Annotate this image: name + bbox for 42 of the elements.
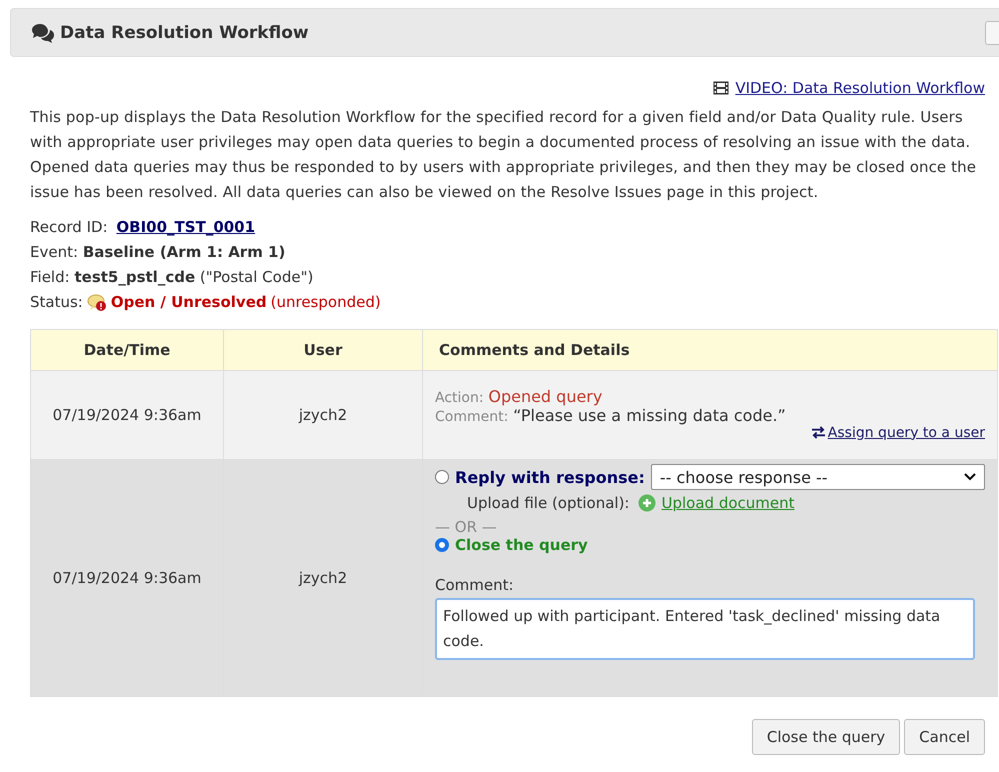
close-option-label: Close the query	[455, 536, 588, 554]
comment-label: Comment:	[435, 408, 508, 425]
radio-button[interactable]	[435, 470, 449, 484]
video-link[interactable]: VIDEO: Data Resolution Workflow	[735, 79, 985, 97]
chat-icon	[31, 22, 55, 42]
assign-link[interactable]: Assign query to a user	[810, 424, 985, 441]
comment-field[interactable]: Followed up with participant. Entered 'task_declined' missing data code.	[435, 598, 975, 660]
event-label: Event:	[30, 243, 78, 261]
reply-option-label: Reply with response:	[455, 468, 645, 486]
intro-paragraph: This pop-up displays the Data Resolution Workflow for the specified record for a given field and/or Data Quality rule. Users with appropriate user privileges may open data queries to begin a documented process of resolving an issue with the data. Opened data queries may thus be responded to by users with appropriate privileges, and then they may be closed once the issue has been resolved. All data queries can also be viewed on the Resolve Issues page in this project.	[30, 107, 978, 203]
field-value: test5_pstl_cde	[74, 268, 196, 286]
film-icon	[713, 81, 730, 95]
record-link[interactable]: OBI00_TST_0001	[116, 218, 256, 236]
or-separator: — OR —	[435, 518, 498, 536]
dialog-title: Data Resolution Workflow	[60, 22, 309, 42]
column-header: Date/Time	[30, 330, 224, 370]
table-cell: 07/19/2024 9:36am	[30, 370, 224, 460]
table-cell: jzych2	[224, 370, 422, 460]
status-note: (unresponded)	[270, 292, 381, 313]
column-header: Comments and Details	[422, 330, 998, 370]
action-value: Opened query	[488, 386, 602, 406]
table-cell: jzych2	[224, 460, 422, 696]
comment-label: Comment:	[435, 576, 515, 594]
status-label: Status:	[30, 292, 83, 313]
table-cell: 07/19/2024 9:36am	[30, 460, 224, 696]
swap-arrows-icon	[810, 426, 826, 440]
action-label: Action:	[435, 390, 484, 406]
response-select[interactable]: -- choose response --	[650, 464, 985, 490]
dialog-button[interactable]: Cancel	[904, 719, 985, 755]
dialog-button[interactable]: Close the query	[752, 719, 900, 755]
field-label: Field:	[30, 268, 70, 286]
comment-text: “Please use a missing data code.”	[513, 406, 786, 425]
radio-button[interactable]	[435, 538, 449, 552]
record-label: Record ID:	[30, 218, 108, 236]
speech-bubble-alert-icon	[86, 294, 107, 312]
column-header: User	[224, 330, 422, 370]
plus-circle-icon	[638, 494, 656, 512]
upload-label: Upload file (optional):	[467, 494, 630, 512]
caret-icon	[964, 473, 976, 481]
field-note: ("Postal Code")	[200, 268, 314, 286]
status-value: Open / Unresolved	[110, 292, 267, 313]
event-value: Baseline (Arm 1: Arm 1)	[82, 243, 286, 261]
